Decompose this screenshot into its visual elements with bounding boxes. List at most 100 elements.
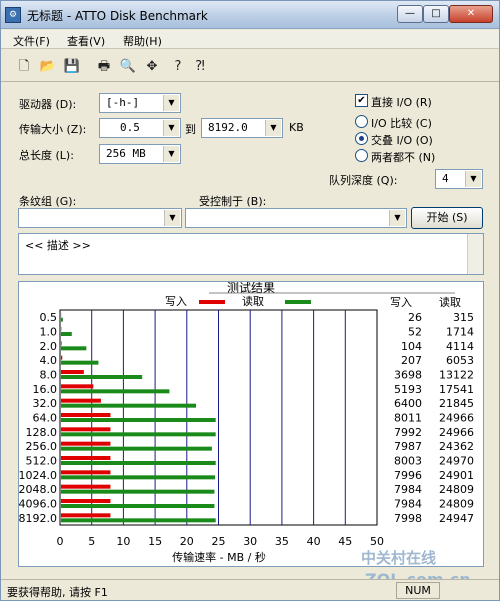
print-preview-icon[interactable]: 🔍 (119, 58, 137, 76)
menu-help[interactable]: 帮助(H) (123, 33, 162, 49)
queue-depth-value: 4 (442, 172, 449, 185)
transfer-size-label: 传输大小 (Z): (19, 123, 87, 136)
close-button[interactable]: ✕ (449, 5, 493, 23)
transfer-to-select[interactable]: 8192.0 ▼ (201, 118, 283, 138)
status-help-text: 要获得帮助, 请按 F1 (7, 586, 108, 599)
description-scrollbar[interactable] (467, 234, 483, 274)
x-tick-label: 40 (307, 535, 321, 548)
controlled-by-select[interactable]: ▼ (185, 208, 407, 228)
read-bar (61, 389, 170, 394)
x-tick-label: 30 (243, 535, 257, 548)
write-bar (61, 499, 111, 503)
help-icon[interactable]: ? (169, 58, 187, 76)
y-tick-label: 4.0 (40, 354, 58, 367)
write-value-label: 7996 (394, 469, 422, 482)
overlap-io-radio[interactable] (355, 132, 368, 145)
kb-label: KB (289, 121, 304, 134)
read-value-label: 24947 (439, 512, 474, 525)
total-length-label: 总长度 (L): (19, 149, 74, 162)
write-bar (61, 355, 63, 360)
io-compare-radio[interactable] (355, 115, 368, 128)
column-header-write: 写入 (390, 296, 412, 309)
read-value-label: 21845 (439, 397, 474, 410)
read-bar (61, 418, 216, 422)
print-icon[interactable]: 🖶 (95, 58, 113, 76)
read-bar (61, 489, 215, 494)
y-tick-label: 128.0 (26, 426, 58, 439)
total-length-select[interactable]: 256 MB ▼ (99, 144, 181, 164)
read-value-label: 17541 (439, 383, 474, 396)
legend-read-swatch (285, 300, 311, 304)
title-bar[interactable]: ⚙ 无标题 - ATTO Disk Benchmark — □ ✕ (1, 1, 499, 29)
overlap-io-label: 交叠 I/O (O) (371, 134, 433, 147)
x-tick-label: 10 (116, 535, 130, 548)
write-value-label: 7984 (394, 483, 422, 496)
read-bar (61, 518, 216, 523)
app-window: ⚙ 无标题 - ATTO Disk Benchmark — □ ✕ 文件(F) … (0, 0, 500, 601)
write-value-label: 5193 (394, 383, 422, 396)
read-bar (61, 317, 63, 322)
chevron-down-icon[interactable]: ▼ (465, 171, 481, 187)
transfer-from-value: 0.5 (120, 121, 140, 134)
chevron-down-icon[interactable]: ▼ (265, 120, 281, 136)
neither-radio[interactable] (355, 149, 368, 162)
y-tick-label: 2.0 (40, 340, 58, 353)
neither-label: 两者都不 (N) (371, 151, 436, 164)
y-tick-label: 8.0 (40, 369, 58, 382)
read-value-label: 24809 (439, 483, 474, 496)
start-button[interactable]: 开始 (S) (411, 207, 483, 229)
num-lock-indicator: NUM (396, 582, 440, 599)
context-help-icon[interactable]: ⁈ (191, 58, 209, 76)
y-tick-label: 2048.0 (19, 483, 57, 496)
description-text: << 描述 >> (25, 239, 91, 252)
chevron-down-icon[interactable]: ▼ (163, 120, 179, 136)
minimize-button[interactable]: — (397, 5, 423, 23)
legend-read-label: 读取 (242, 294, 264, 308)
read-bar (61, 475, 216, 480)
transfer-from-select[interactable]: 0.5 ▼ (99, 118, 181, 138)
maximize-button[interactable]: □ (423, 5, 449, 23)
menu-view[interactable]: 查看(V) (67, 33, 105, 49)
open-icon[interactable]: 📂 (39, 58, 57, 76)
read-bar (61, 332, 72, 336)
y-tick-label: 8192.0 (19, 512, 57, 525)
write-value-label: 3698 (394, 369, 422, 382)
write-value-label: 26 (408, 311, 422, 324)
write-bar (61, 370, 84, 374)
drive-select[interactable]: [-h-] ▼ (99, 93, 181, 113)
app-icon: ⚙ (5, 7, 21, 23)
y-tick-label: 512.0 (26, 455, 58, 468)
x-tick-label: 25 (212, 535, 226, 548)
chevron-down-icon[interactable]: ▼ (163, 95, 179, 111)
chevron-down-icon[interactable]: ▼ (164, 210, 180, 226)
results-chart: 测试结果写入 读取 写入 读取0 5 10 15 20 25 30 35 40 45 50传输速率 - M… (19, 280, 475, 564)
direct-io-checkbox[interactable]: ✔ (355, 94, 368, 107)
chevron-down-icon[interactable]: ▼ (389, 210, 405, 226)
x-tick-label: 15 (148, 535, 162, 548)
results-panel: 测试结果 写入 读取 写入 读取 0 5 10 15 20 25 30 35 40 45 50 传输速率 - M… (18, 280, 484, 567)
move-icon[interactable]: ✥ (143, 58, 161, 76)
stripe-group-select[interactable]: ▼ (18, 208, 182, 228)
read-bar (61, 504, 215, 508)
read-bar (61, 446, 212, 451)
write-value-label: 7987 (394, 440, 422, 453)
write-bar (61, 513, 111, 518)
watermark-brand: 中关村在线 (361, 549, 436, 567)
write-value-label: 7992 (394, 426, 422, 439)
description-box[interactable]: << 描述 >> (18, 233, 484, 275)
new-icon[interactable]: 🗋 (15, 58, 33, 76)
legend-write-label: 写入 (165, 295, 187, 308)
toolbar: 🗋 📂 💾 🖶 🔍 ✥ ? ⁈ (1, 50, 499, 82)
x-tick-label: 5 (88, 535, 95, 548)
write-value-label: 8011 (394, 412, 422, 425)
status-bar: 要获得帮助, 请按 F1 NUM (1, 579, 499, 600)
read-bar (61, 375, 143, 379)
read-value-label: 13122 (439, 369, 474, 382)
y-tick-label: 1024.0 (19, 469, 57, 482)
write-value-label: 104 (401, 340, 422, 353)
save-icon[interactable]: 💾 (63, 58, 81, 76)
drive-value: [-h-] (106, 96, 140, 109)
menu-file[interactable]: 文件(F) (13, 33, 50, 49)
queue-depth-select[interactable]: 4 ▼ (435, 169, 483, 189)
chevron-down-icon[interactable]: ▼ (163, 146, 179, 162)
